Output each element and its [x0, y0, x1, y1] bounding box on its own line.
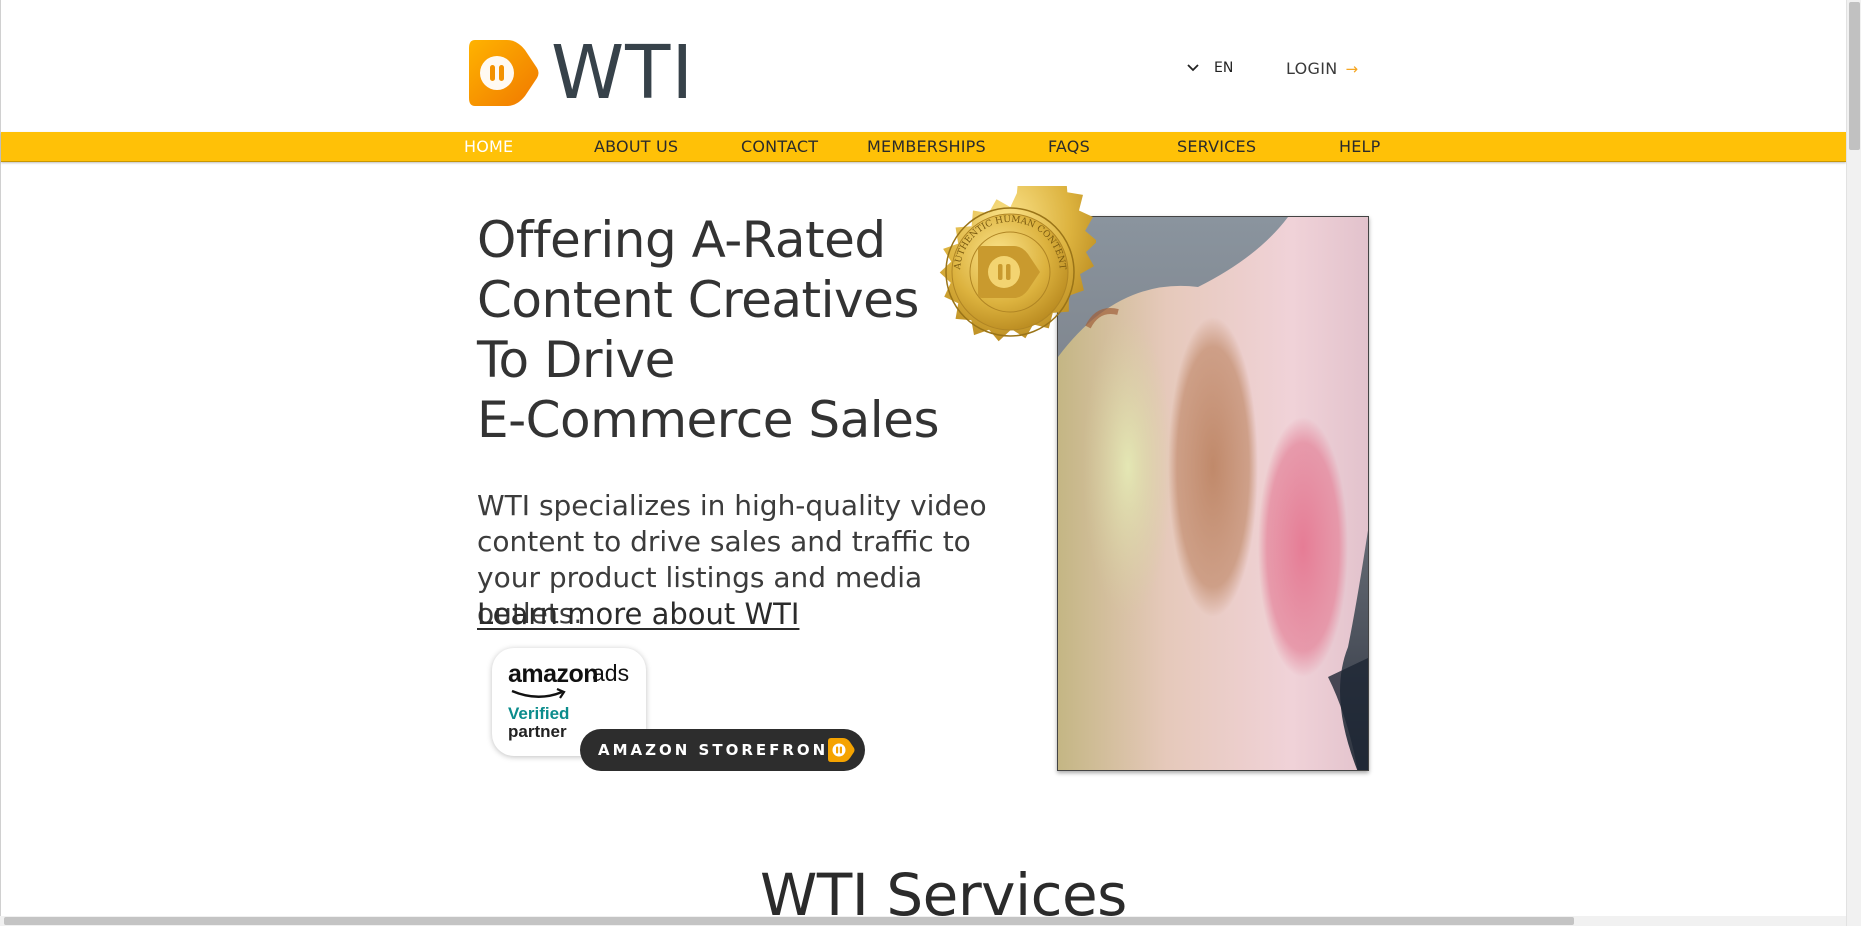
- storefront-label: AMAZON STOREFRONT: [598, 741, 842, 759]
- chevron-down-icon: [1187, 64, 1199, 72]
- badge-ads-text: ads: [592, 660, 630, 686]
- amazon-smile-icon: [511, 688, 566, 699]
- logo-play-icon: [469, 40, 539, 106]
- logo-text: WTI: [551, 30, 695, 116]
- badge-verified-text: Verified: [508, 704, 570, 723]
- product-swatch-video[interactable]: [1057, 216, 1369, 771]
- main-nav: HOME ABOUT US CONTACT MEMBERSHIPS FAQS S…: [1, 132, 1846, 162]
- headline-line: E-Commerce Sales: [477, 391, 940, 449]
- nav-faqs[interactable]: FAQS: [1048, 132, 1090, 162]
- learn-more-link[interactable]: Learn more about WTI: [477, 596, 799, 632]
- language-selector[interactable]: EN: [1186, 60, 1233, 76]
- site-logo[interactable]: WTI: [467, 36, 694, 110]
- play-pause-icon: [828, 738, 855, 762]
- nav-contact[interactable]: CONTACT: [741, 132, 818, 162]
- login-label: LOGIN: [1286, 59, 1338, 78]
- nav-home[interactable]: HOME: [464, 132, 513, 162]
- amazon-storefront-button[interactable]: AMAZON STOREFRONT: [580, 729, 865, 771]
- badge-partner-text: partner: [508, 722, 567, 741]
- badge-amazon-text: amazon: [508, 660, 599, 688]
- arrow-right-icon: →: [1345, 59, 1359, 78]
- language-label: EN: [1214, 60, 1234, 76]
- hero-headline: Offering A-Rated Content Creatives To Dr…: [477, 210, 940, 450]
- vertical-scroll-thumb[interactable]: [1849, 2, 1860, 150]
- horizontal-scrollbar[interactable]: [0, 916, 1846, 926]
- swatch-image: [1058, 217, 1368, 770]
- nav-memberships[interactable]: MEMBERSHIPS: [867, 132, 986, 162]
- nav-services[interactable]: SERVICES: [1177, 132, 1256, 162]
- headline-line: Content Creatives: [477, 271, 919, 329]
- login-button[interactable]: LOGIN →: [1286, 59, 1358, 78]
- vertical-scrollbar[interactable]: [1846, 0, 1861, 926]
- headline-line: Offering A-Rated: [477, 211, 886, 269]
- nav-help[interactable]: HELP: [1339, 132, 1381, 162]
- gold-seal-icon: AUTHENTIC HUMAN CONTENT: [939, 186, 1096, 342]
- headline-line: To Drive: [477, 331, 675, 389]
- nav-about-us[interactable]: ABOUT US: [594, 132, 678, 162]
- horizontal-scroll-thumb[interactable]: [4, 917, 1574, 925]
